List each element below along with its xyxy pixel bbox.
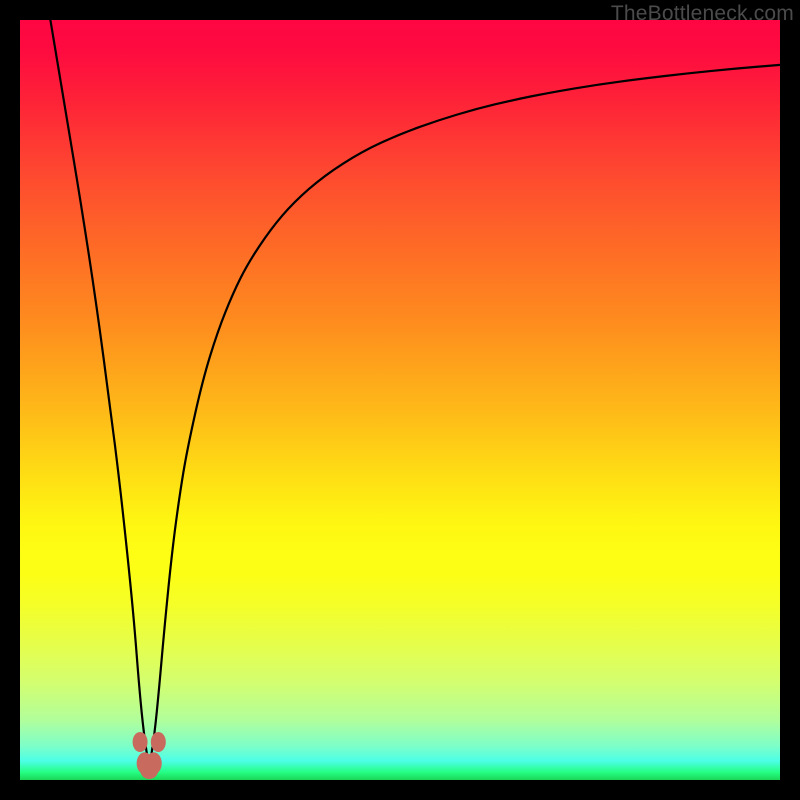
curve-marker [133,732,148,752]
chart-plot-area [20,20,780,780]
curve-marker [146,752,162,774]
curve-marker [151,732,166,752]
curve-markers [133,732,166,779]
chart-frame: TheBottleneck.com [0,0,800,800]
watermark-text: TheBottleneck.com [611,2,794,26]
bottleneck-curve [50,20,780,760]
chart-svg [20,20,780,780]
